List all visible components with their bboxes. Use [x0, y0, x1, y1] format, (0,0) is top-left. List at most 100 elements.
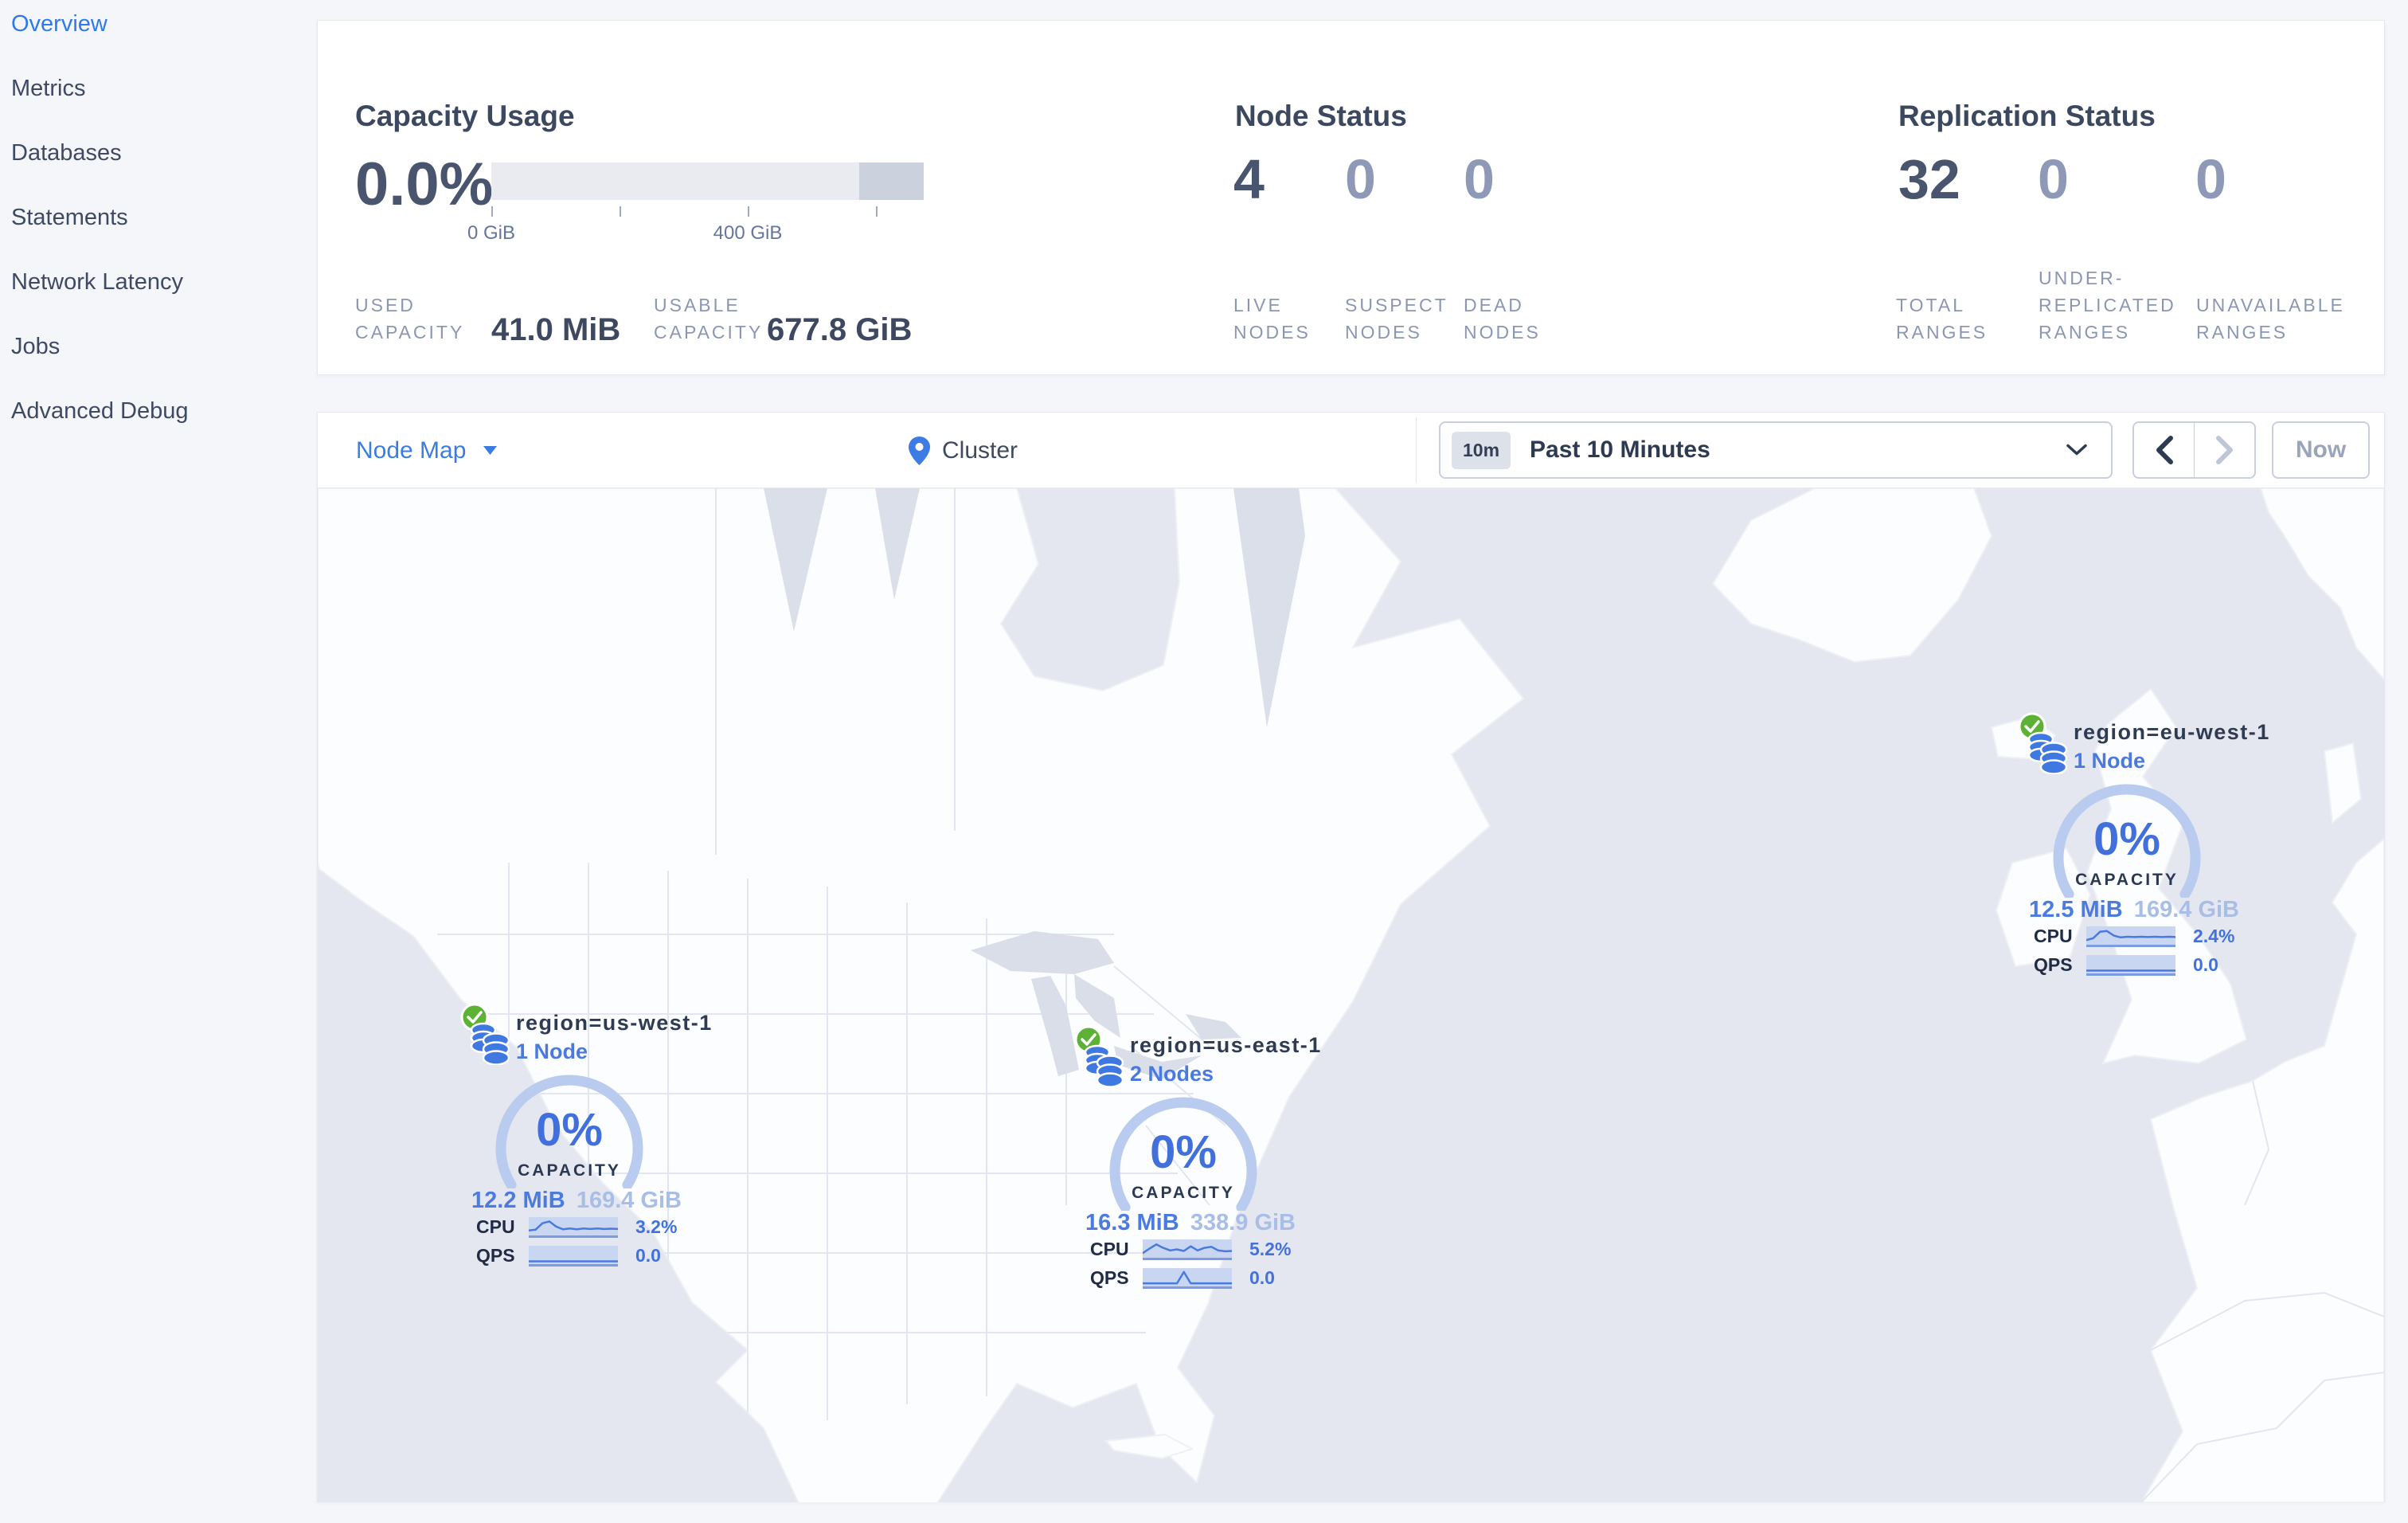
capacity-bar-overflow-segment	[858, 162, 924, 200]
capacity-axis-label-0: 0 GiB	[467, 222, 516, 244]
breadcrumb-label: Cluster	[942, 437, 1018, 464]
total-ranges-label: TOTAL RANGES	[1896, 295, 1988, 343]
node-used-capacity: 12.2 MiB	[471, 1188, 565, 1213]
capacity-gauge: 0% CAPACITY	[2053, 784, 2201, 898]
time-step-forward-button[interactable]	[2194, 423, 2254, 477]
node-total-capacity: 169.4 GiB	[576, 1188, 682, 1213]
sidebar-item-advanced-debug[interactable]: Advanced Debug	[0, 400, 317, 423]
region-label: region=us-east-1	[1130, 1033, 1322, 1057]
map-node-us-west-1[interactable]: region=us-west-1 1 Node 0% CAPACITY 12.2 MiB…	[460, 1003, 711, 1274]
cluster-summary-panel: Capacity Usage 0.0% 0 GiB 400 GiB USED C…	[317, 20, 2385, 375]
qps-sparkline	[2086, 954, 2175, 976]
cpu-label: CPU	[476, 1216, 515, 1237]
cpu-value: 5.2%	[1249, 1239, 1292, 1259]
database-node-icon	[470, 1022, 510, 1065]
capacity-bar: 0 GiB 400 GiB	[467, 162, 924, 246]
database-node-icon	[2027, 731, 2068, 774]
gauge-percent: 0%	[1150, 1126, 1217, 1178]
used-capacity-label: USED CAPACITY	[355, 295, 465, 343]
node-map-card: Node Map Cluster 10m Past 10 Minutes Now…	[317, 412, 2385, 1502]
region-label: region=us-west-1	[516, 1011, 713, 1035]
time-range-label: Past 10 Minutes	[1530, 437, 1710, 463]
gauge-percent: 0%	[2093, 813, 2160, 865]
capacity-bar-track	[491, 162, 924, 200]
unavailable-ranges-count: 0	[2195, 148, 2226, 210]
node-count-link[interactable]: 1 Node	[516, 1039, 588, 1064]
map-toolbar: Node Map Cluster 10m Past 10 Minutes Now	[318, 413, 2384, 488]
usable-capacity-label: USABLE CAPACITY	[654, 295, 764, 343]
world-map-svg	[318, 488, 2384, 1502]
map-node-us-east-1[interactable]: region=us-east-1 2 Nodes 0% CAPACITY 16.3 Mi…	[1074, 1025, 1320, 1296]
sidebar-item-overview[interactable]: Overview	[0, 13, 317, 36]
view-selector-label: Node Map	[356, 437, 467, 464]
map-node-eu-west-1[interactable]: region=eu-west-1 1 Node 0% CAPACITY 12.5 MiB…	[2018, 712, 2269, 983]
dead-nodes-label: DEAD NODES	[1464, 295, 1541, 343]
time-step-control	[2132, 421, 2256, 479]
unavailable-ranges-label: UNAVAILABLE RANGES	[2196, 295, 2345, 343]
sidebar-item-databases[interactable]: Databases	[0, 142, 317, 165]
now-button-label: Now	[2295, 437, 2347, 463]
chevron-down-icon	[2066, 444, 2087, 456]
sidebar-item-network-latency[interactable]: Network Latency	[0, 271, 317, 294]
cpu-value: 3.2%	[635, 1216, 678, 1237]
cpu-value: 2.4%	[2193, 926, 2235, 946]
dead-nodes-count: 0	[1464, 148, 1495, 210]
cpu-label: CPU	[2034, 926, 2073, 946]
sidebar-item-jobs[interactable]: Jobs	[0, 335, 317, 358]
world-map: region=us-west-1 1 Node 0% CAPACITY 12.2 MiB…	[318, 488, 2384, 1502]
cpu-sparkline	[2086, 926, 2175, 947]
capacity-axis-label-400: 400 GiB	[713, 222, 783, 244]
gauge-capacity-label: CAPACITY	[1132, 1184, 1235, 1202]
node-used-capacity: 16.3 MiB	[1085, 1210, 1179, 1235]
qps-metric-row: QPS 0.0	[1090, 1267, 1275, 1289]
under-replicated-ranges-count: 0	[2038, 148, 2069, 210]
qps-sparkline	[1143, 1267, 1232, 1289]
capacity-usage-title: Capacity Usage	[355, 99, 575, 132]
gauge-percent: 0%	[536, 1104, 603, 1156]
qps-value: 0.0	[2193, 954, 2218, 975]
node-count-link[interactable]: 1 Node	[2074, 749, 2145, 773]
time-range-badge: 10m	[1452, 431, 1511, 469]
sidebar-item-metrics[interactable]: Metrics	[0, 77, 317, 100]
capacity-gauge: 0% CAPACITY	[1109, 1097, 1257, 1211]
suspect-nodes-label: SUSPECT NODES	[1345, 295, 1448, 343]
gauge-capacity-label: CAPACITY	[518, 1161, 621, 1180]
cpu-sparkline	[529, 1216, 618, 1238]
total-ranges-count: 32	[1898, 148, 1960, 210]
live-nodes-count: 4	[1233, 148, 1265, 210]
chevron-right-icon	[2215, 436, 2233, 464]
cpu-metric-row: CPU 3.2%	[476, 1216, 677, 1238]
breadcrumb[interactable]: Cluster	[909, 413, 1018, 488]
database-node-icon	[1084, 1044, 1124, 1087]
sidebar: Overview Metrics Databases Statements Networ…	[0, 0, 317, 1523]
node-used-capacity: 12.5 MiB	[2029, 897, 2123, 922]
toolbar-divider	[1416, 417, 1417, 483]
used-capacity-value: 41.0 MiB	[491, 312, 621, 347]
node-status-title: Node Status	[1235, 99, 1407, 132]
cpu-metric-row: CPU 2.4%	[2034, 926, 2234, 947]
sidebar-item-statements[interactable]: Statements	[0, 206, 317, 229]
cpu-label: CPU	[1090, 1239, 1129, 1259]
node-count-link[interactable]: 2 Nodes	[1130, 1062, 1214, 1086]
qps-sparkline	[529, 1245, 618, 1267]
qps-value: 0.0	[635, 1245, 661, 1266]
live-nodes-label: LIVE NODES	[1233, 295, 1311, 343]
capacity-gauge: 0% CAPACITY	[495, 1075, 643, 1188]
capacity-percent: 0.0%	[355, 151, 494, 218]
qps-metric-row: QPS 0.0	[476, 1245, 661, 1267]
time-step-back-button[interactable]	[2134, 423, 2194, 477]
node-total-capacity: 338.9 GiB	[1190, 1210, 1296, 1235]
qps-label: QPS	[1090, 1267, 1129, 1288]
time-range-dropdown[interactable]: 10m Past 10 Minutes	[1439, 421, 2113, 479]
now-button[interactable]: Now	[2272, 421, 2370, 479]
map-pin-icon	[909, 436, 930, 465]
qps-value: 0.0	[1249, 1267, 1275, 1288]
usable-capacity-value: 677.8 GiB	[767, 312, 913, 347]
qps-label: QPS	[2034, 954, 2073, 975]
caret-down-icon	[483, 445, 498, 455]
cpu-sparkline	[1143, 1239, 1232, 1260]
cpu-metric-row: CPU 5.2%	[1090, 1239, 1291, 1260]
qps-metric-row: QPS 0.0	[2034, 954, 2218, 976]
chevron-left-icon	[2156, 436, 2173, 464]
view-selector-dropdown[interactable]: Node Map	[356, 413, 498, 488]
